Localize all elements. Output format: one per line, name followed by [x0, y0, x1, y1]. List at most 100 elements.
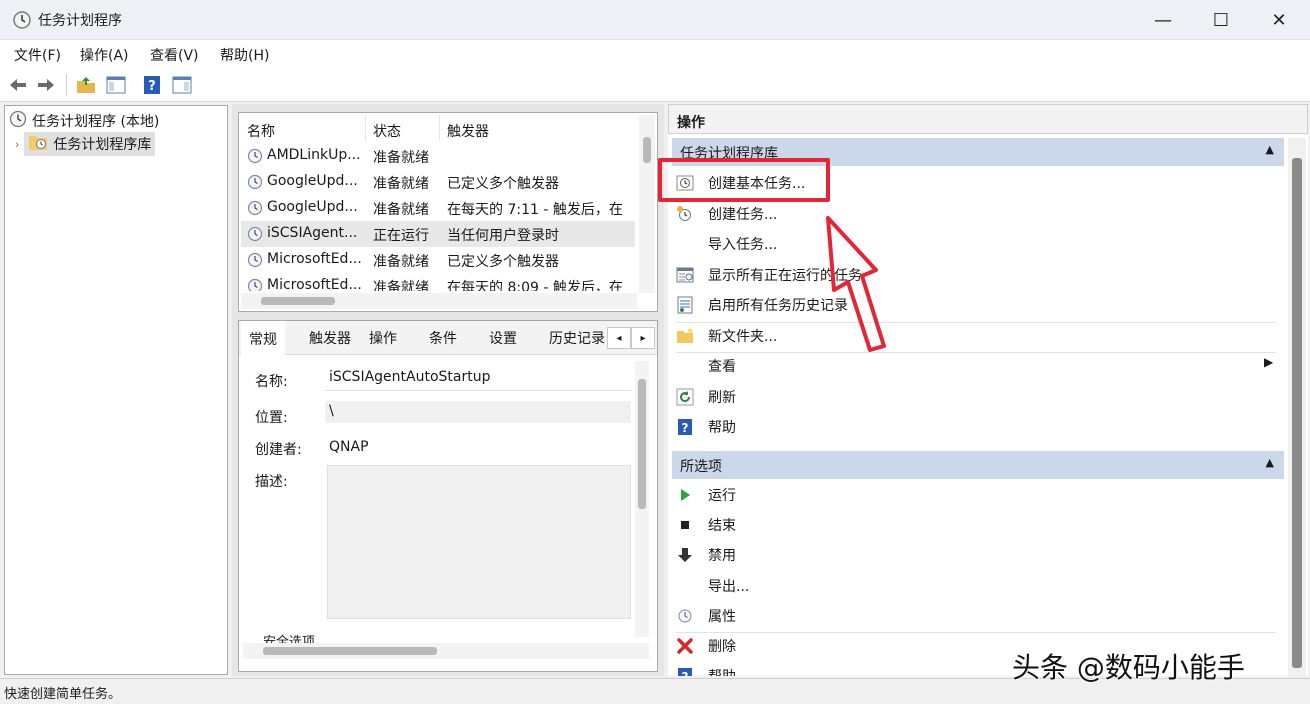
scrollbar-thumb[interactable]: [643, 137, 651, 163]
scrollbar-thumb[interactable]: [261, 297, 335, 305]
action-label: 禁用: [708, 548, 736, 565]
tree-library-label: 任务计划程序库: [53, 137, 152, 153]
folder-icon: [676, 327, 694, 345]
forward-arrow-icon[interactable]: [34, 73, 58, 97]
scrollbar-thumb[interactable]: [638, 379, 646, 509]
action-item[interactable]: 导出...: [676, 576, 749, 596]
location-label: 位置:: [255, 410, 288, 426]
task-row[interactable]: MicrosoftEd... 准备就绪 已定义多个触发器: [241, 247, 635, 273]
vertical-scrollbar[interactable]: [635, 361, 649, 637]
task-name: GoogleUpd...: [267, 173, 358, 189]
action-item[interactable]: 运行: [676, 485, 736, 505]
horizontal-scrollbar[interactable]: [243, 643, 649, 659]
action-label: 刷新: [708, 389, 736, 406]
blank-icon: [676, 357, 694, 375]
help-icon: ?: [676, 667, 694, 676]
action-label: 结束: [708, 518, 736, 535]
column-header-name[interactable]: 名称: [247, 121, 275, 141]
location-field[interactable]: \: [325, 401, 631, 423]
column-header-status[interactable]: 状态: [373, 121, 401, 141]
author-label: 创建者:: [255, 442, 302, 458]
help-icon[interactable]: ?: [140, 73, 164, 97]
task-list: 名称 状态 触发器 AMDLinkUp... 准备就绪 GoogleUpd... 准备…: [238, 112, 658, 312]
task-name: MicrosoftEd...: [267, 277, 362, 291]
action-label: 帮助: [708, 666, 736, 676]
actions-pane: 操作 任务计划程序库 ▲ 创建基本任务... 创建任务... 导入任务... 显示所有…: [658, 104, 1308, 676]
task-row[interactable]: AMDLinkUp... 准备就绪: [241, 143, 635, 169]
task-status: 正在运行: [373, 228, 429, 244]
action-item[interactable]: 新文件夹...: [676, 326, 777, 346]
action-item[interactable]: 创建任务...: [676, 204, 777, 224]
action-item[interactable]: 结束: [676, 515, 736, 535]
task-name: iSCSIAgent...: [267, 225, 358, 241]
action-item[interactable]: 属性: [676, 606, 736, 626]
tab-settings[interactable]: 设置: [481, 321, 525, 355]
action-item[interactable]: 删除: [676, 636, 736, 656]
task-name: AMDLinkUp...: [267, 147, 361, 163]
tab-history[interactable]: 历史记录: [541, 321, 613, 355]
title-bar: 任务计划程序 — ☐ ✕: [0, 0, 1310, 40]
task-row[interactable]: iSCSIAgent... 正在运行 当任何用户登录时: [241, 221, 635, 247]
column-divider: [439, 115, 440, 141]
tab-scroll-right-button[interactable]: ▸: [631, 327, 655, 349]
tree-library[interactable]: › 任务计划程序库: [15, 132, 156, 156]
action-label: 新文件夹...: [708, 328, 778, 345]
task-row[interactable]: GoogleUpd... 准备就绪 已定义多个触发器: [241, 169, 635, 195]
tab-general[interactable]: 常规: [241, 321, 285, 356]
console-tree-icon[interactable]: [104, 73, 128, 97]
scrollbar-thumb[interactable]: [263, 647, 437, 655]
vertical-scrollbar[interactable]: [639, 115, 655, 293]
action-item[interactable]: 查看: [676, 356, 736, 376]
stop-icon: [676, 516, 694, 534]
back-arrow-icon[interactable]: [6, 73, 30, 97]
tab-scroll-left-button[interactable]: ◂: [607, 327, 631, 349]
history-icon: [676, 296, 694, 314]
refresh-icon: [676, 388, 694, 406]
svg-text:?: ?: [682, 670, 689, 676]
author-field[interactable]: QNAP: [329, 439, 369, 455]
close-button[interactable]: ✕: [1250, 0, 1308, 40]
tree-root[interactable]: 任务计划程序 (本地): [9, 110, 159, 132]
task-row[interactable]: MicrosoftEd... 准备就绪 在每天的 8:09 - 触发后，在: [241, 273, 635, 291]
clock-icon: [9, 110, 27, 132]
collapse-icon[interactable]: ▲: [1266, 143, 1274, 156]
toolbar: ?: [0, 68, 1310, 102]
submenu-arrow-icon[interactable]: ▶: [1264, 355, 1273, 369]
task-trigger: 已定义多个触发器: [447, 254, 559, 270]
window-title: 任务计划程序: [38, 13, 122, 29]
action-item[interactable]: ? 帮助: [676, 666, 736, 676]
task-status: 准备就绪: [373, 280, 429, 291]
task-trigger: 当任何用户登录时: [447, 228, 559, 244]
minimize-button[interactable]: —: [1134, 0, 1192, 40]
action-label: 创建任务...: [708, 206, 778, 223]
watermark: 头条 @数码小能手: [1012, 651, 1245, 684]
tab-triggers[interactable]: 触发器: [301, 321, 359, 355]
tab-actions[interactable]: 操作: [361, 321, 405, 355]
action-divider: [676, 632, 1276, 633]
name-field[interactable]: iSCSIAgentAutoStartup: [325, 365, 631, 391]
scrollbar-thumb[interactable]: [1292, 158, 1302, 668]
task-name: GoogleUpd...: [267, 199, 358, 215]
menu-action[interactable]: 操作(A): [80, 45, 129, 65]
section-selected[interactable]: 所选项 ▲: [672, 451, 1284, 479]
menu-view[interactable]: 查看(V): [150, 45, 199, 65]
horizontal-scrollbar[interactable]: [241, 293, 637, 309]
action-pane-icon[interactable]: [170, 73, 194, 97]
action-label: 导出...: [708, 578, 750, 595]
action-item[interactable]: 导入任务...: [676, 234, 777, 254]
task-row[interactable]: GoogleUpd... 准备就绪 在每天的 7:11 - 触发后，在: [241, 195, 635, 221]
action-item[interactable]: 禁用: [676, 545, 736, 565]
action-item[interactable]: ? 帮助: [676, 417, 736, 437]
maximize-button[interactable]: ☐: [1192, 0, 1250, 40]
vertical-scrollbar[interactable]: [1288, 138, 1306, 676]
folder-up-icon[interactable]: [74, 73, 98, 97]
menu-file[interactable]: 文件(F): [14, 45, 61, 65]
tab-conditions[interactable]: 条件: [421, 321, 465, 355]
task-rows: AMDLinkUp... 准备就绪 GoogleUpd... 准备就绪 已定义多个触发器…: [239, 143, 635, 291]
chevron-right-icon[interactable]: ›: [15, 138, 19, 151]
description-field[interactable]: [327, 465, 631, 619]
action-item[interactable]: 刷新: [676, 387, 736, 407]
menu-help[interactable]: 帮助(H): [220, 45, 269, 65]
collapse-icon[interactable]: ▲: [1266, 456, 1274, 469]
column-header-trigger[interactable]: 触发器: [447, 121, 489, 141]
